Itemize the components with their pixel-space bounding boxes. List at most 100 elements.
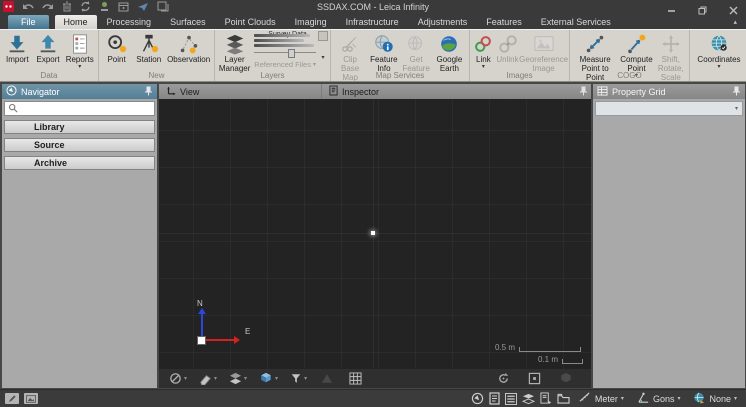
export-icon	[37, 32, 59, 55]
measure-point-to-point-icon	[584, 32, 606, 55]
feature-info-button[interactable]: Feature Info	[367, 31, 400, 74]
link-dropdown-icon: ▾	[482, 64, 485, 70]
tab-view[interactable]: View	[159, 84, 322, 99]
angle-icon	[637, 392, 650, 406]
layers-toggle-icon[interactable]	[522, 393, 535, 405]
crs-selector[interactable]: None ▾	[689, 392, 741, 406]
layers-dropdown-icon: ▾	[321, 55, 324, 61]
send-icon[interactable]	[137, 1, 149, 12]
angle-unit-selector[interactable]: Gons ▾	[633, 392, 685, 406]
ribbon-group-images: Link ▾ Unlink Georeference Image Images	[470, 30, 570, 81]
point-button[interactable]: Point	[101, 31, 132, 65]
tab-inspector[interactable]: Inspector	[322, 84, 386, 99]
navigator-section-source[interactable]: Source	[4, 138, 155, 152]
inspector-toggle-icon[interactable]	[489, 392, 500, 405]
slider-thumb-icon[interactable]	[288, 49, 295, 58]
folder-icon[interactable]	[557, 393, 570, 404]
get-feature-button[interactable]: Get Feature	[400, 31, 431, 74]
layers-panel-preview: Survey Data Referenced Files ▾	[254, 31, 316, 69]
reports-label: Reports	[66, 55, 94, 64]
survey-point[interactable]	[371, 231, 375, 235]
save-icon[interactable]	[157, 1, 169, 12]
layers-scroll-icon	[318, 31, 328, 41]
pin-icon[interactable]	[579, 86, 591, 98]
list-view-icon[interactable]	[505, 393, 517, 405]
archive-box-icon[interactable]	[118, 1, 129, 12]
orientation-axis: N E	[189, 299, 259, 351]
link-button[interactable]: Link ▾	[471, 31, 495, 71]
tab-infrastructure[interactable]: Infrastructure	[337, 15, 408, 29]
search-input[interactable]	[21, 102, 151, 115]
reports-icon	[70, 32, 90, 55]
stamp-icon[interactable]	[99, 1, 110, 12]
inspector-tab-icon	[329, 85, 338, 98]
tab-file[interactable]: File	[8, 15, 49, 29]
georeference-image-button[interactable]: Georeference Image	[520, 31, 568, 74]
tab-external-services[interactable]: External Services	[532, 15, 620, 29]
view-3d-button[interactable]	[559, 372, 573, 385]
view-mode-button[interactable]: ▾	[259, 372, 278, 385]
pin-icon[interactable]	[732, 86, 741, 98]
undo-icon[interactable]	[22, 2, 34, 12]
tab-adjustments[interactable]: Adjustments	[409, 15, 477, 29]
layer-opacity-slider[interactable]	[254, 52, 316, 53]
distance-unit-selector[interactable]: Meter ▾	[575, 392, 628, 405]
observation-button[interactable]: Observation	[165, 31, 212, 65]
sync-icon[interactable]	[80, 1, 91, 12]
import-button[interactable]: Import	[2, 31, 33, 65]
reset-rotation-button[interactable]	[497, 372, 510, 385]
observation-icon	[178, 32, 200, 55]
reports-button[interactable]: Reports ▾	[63, 31, 96, 71]
tab-home[interactable]: Home	[55, 15, 97, 29]
compass-icon	[6, 85, 17, 98]
angle-unit-label: Gons	[653, 394, 675, 404]
google-earth-button[interactable]: Google Earth	[432, 31, 467, 74]
navigator-section-library[interactable]: Library	[4, 120, 155, 134]
tab-processing[interactable]: Processing	[98, 15, 161, 29]
tab-features[interactable]: Features	[477, 15, 531, 29]
pencil-icon[interactable]	[5, 393, 19, 404]
layers-mini-dropdown[interactable]: ▾	[318, 31, 328, 61]
dropdown-icon: ▾	[214, 376, 217, 382]
inspector-tab-label: Inspector	[342, 87, 379, 97]
grid-icon	[597, 86, 608, 98]
clip-base-map-icon	[340, 32, 360, 55]
import-icon	[6, 32, 28, 55]
coordinates-button[interactable]: Coordinates ▾	[692, 31, 746, 71]
title-bar: SSDAX.COM - Leica Infinity	[0, 0, 746, 14]
tab-surfaces[interactable]: Surfaces	[161, 15, 215, 29]
snap-options-button[interactable]: ▾	[169, 372, 187, 385]
zoom-extents-button[interactable]	[528, 372, 541, 385]
navigator-toggle-icon[interactable]	[471, 392, 484, 405]
filter-button[interactable]: ▾	[290, 372, 307, 385]
navigator-section-archive[interactable]: Archive	[4, 156, 155, 170]
station-button[interactable]: Station	[132, 31, 165, 65]
layer-manager-button[interactable]: Layer Manager	[217, 31, 252, 74]
tab-point-clouds[interactable]: Point Clouds	[216, 15, 285, 29]
dropdown-icon: ▾	[275, 376, 278, 382]
observation-label: Observation	[167, 55, 210, 64]
tab-imaging[interactable]: Imaging	[286, 15, 336, 29]
layers-list-preview[interactable]: Survey Data	[254, 31, 316, 57]
layers-visibility-button[interactable]: ▾	[229, 372, 247, 385]
ribbon-group-data: Import Export Reports ▾ Data	[0, 30, 99, 81]
view-canvas[interactable]: N E 0.5 m 0.1 m	[159, 99, 591, 369]
export-button[interactable]: Export	[33, 31, 64, 65]
delete-icon[interactable]	[62, 1, 72, 12]
property-object-selector[interactable]: ▾	[595, 101, 743, 116]
scale-secondary-label: 0.1 m	[538, 356, 558, 364]
unlink-button[interactable]: Unlink	[495, 31, 519, 65]
image-icon[interactable]	[24, 393, 38, 404]
redo-icon[interactable]	[42, 2, 54, 12]
point-icon	[106, 32, 128, 55]
link-label: Link	[476, 55, 491, 64]
referenced-files-button[interactable]: Referenced Files ▾	[254, 60, 316, 69]
terrain-button[interactable]	[321, 373, 333, 384]
unlink-label: Unlink	[496, 55, 518, 64]
edit-tools-button[interactable]: ▾	[199, 372, 217, 385]
report-icon[interactable]	[540, 392, 552, 405]
collapse-ribbon-icon[interactable]: ▴	[733, 19, 737, 26]
pin-icon[interactable]	[144, 86, 153, 98]
navigator-search	[4, 101, 155, 116]
grid-toggle-button[interactable]	[349, 372, 362, 385]
